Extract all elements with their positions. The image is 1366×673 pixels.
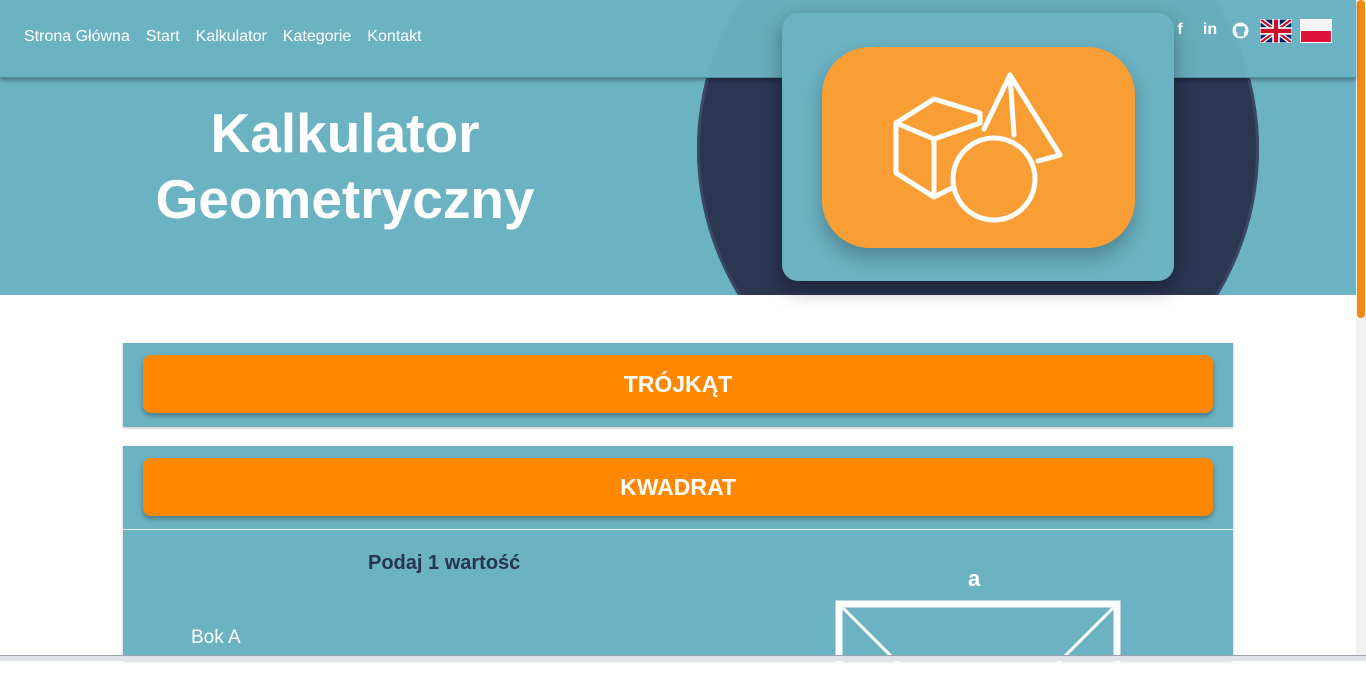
nav-link-home[interactable]: Strona Główna [24, 28, 130, 46]
os-taskbar-edge [0, 655, 1366, 661]
square-prompt: Podaj 1 wartość [368, 552, 521, 574]
side-a-label: Bok A [191, 627, 241, 648]
section-divider [123, 529, 1233, 530]
triangle-button[interactable]: TRÓJKĄT [143, 355, 1213, 413]
nav-links: Strona Główna Start Kalkulator Kategorie… [24, 28, 422, 46]
hero-title-line1: Kalkulator [210, 102, 480, 164]
social-links: f in [1170, 20, 1250, 40]
nav-link-calculator[interactable]: Kalkulator [196, 28, 267, 46]
geometry-logo-icon [822, 47, 1135, 248]
scrollbar-thumb[interactable] [1357, 0, 1365, 318]
page-scrollbar[interactable] [1356, 0, 1366, 660]
square-button[interactable]: KWADRAT [143, 458, 1213, 516]
flag-uk-icon[interactable] [1258, 17, 1294, 45]
flag-pl-icon[interactable] [1300, 19, 1332, 43]
square-diagram-icon [833, 598, 1123, 673]
linkedin-icon[interactable]: in [1200, 20, 1220, 40]
nav-link-categories[interactable]: Kategorie [283, 28, 352, 46]
nav-link-contact[interactable]: Kontakt [367, 28, 421, 46]
hero-title: Kalkulator Geometryczny [130, 100, 560, 232]
diagram-side-label: a [968, 566, 981, 591]
language-flags [1258, 17, 1332, 45]
triangle-section: TRÓJKĄT [123, 343, 1233, 427]
github-icon[interactable] [1230, 20, 1250, 40]
hero-title-line2: Geometryczny [155, 168, 535, 230]
nav-link-start[interactable]: Start [146, 28, 180, 46]
logo-card [782, 13, 1174, 281]
square-section: KWADRAT Podaj 1 wartość Bok A a [123, 446, 1233, 670]
